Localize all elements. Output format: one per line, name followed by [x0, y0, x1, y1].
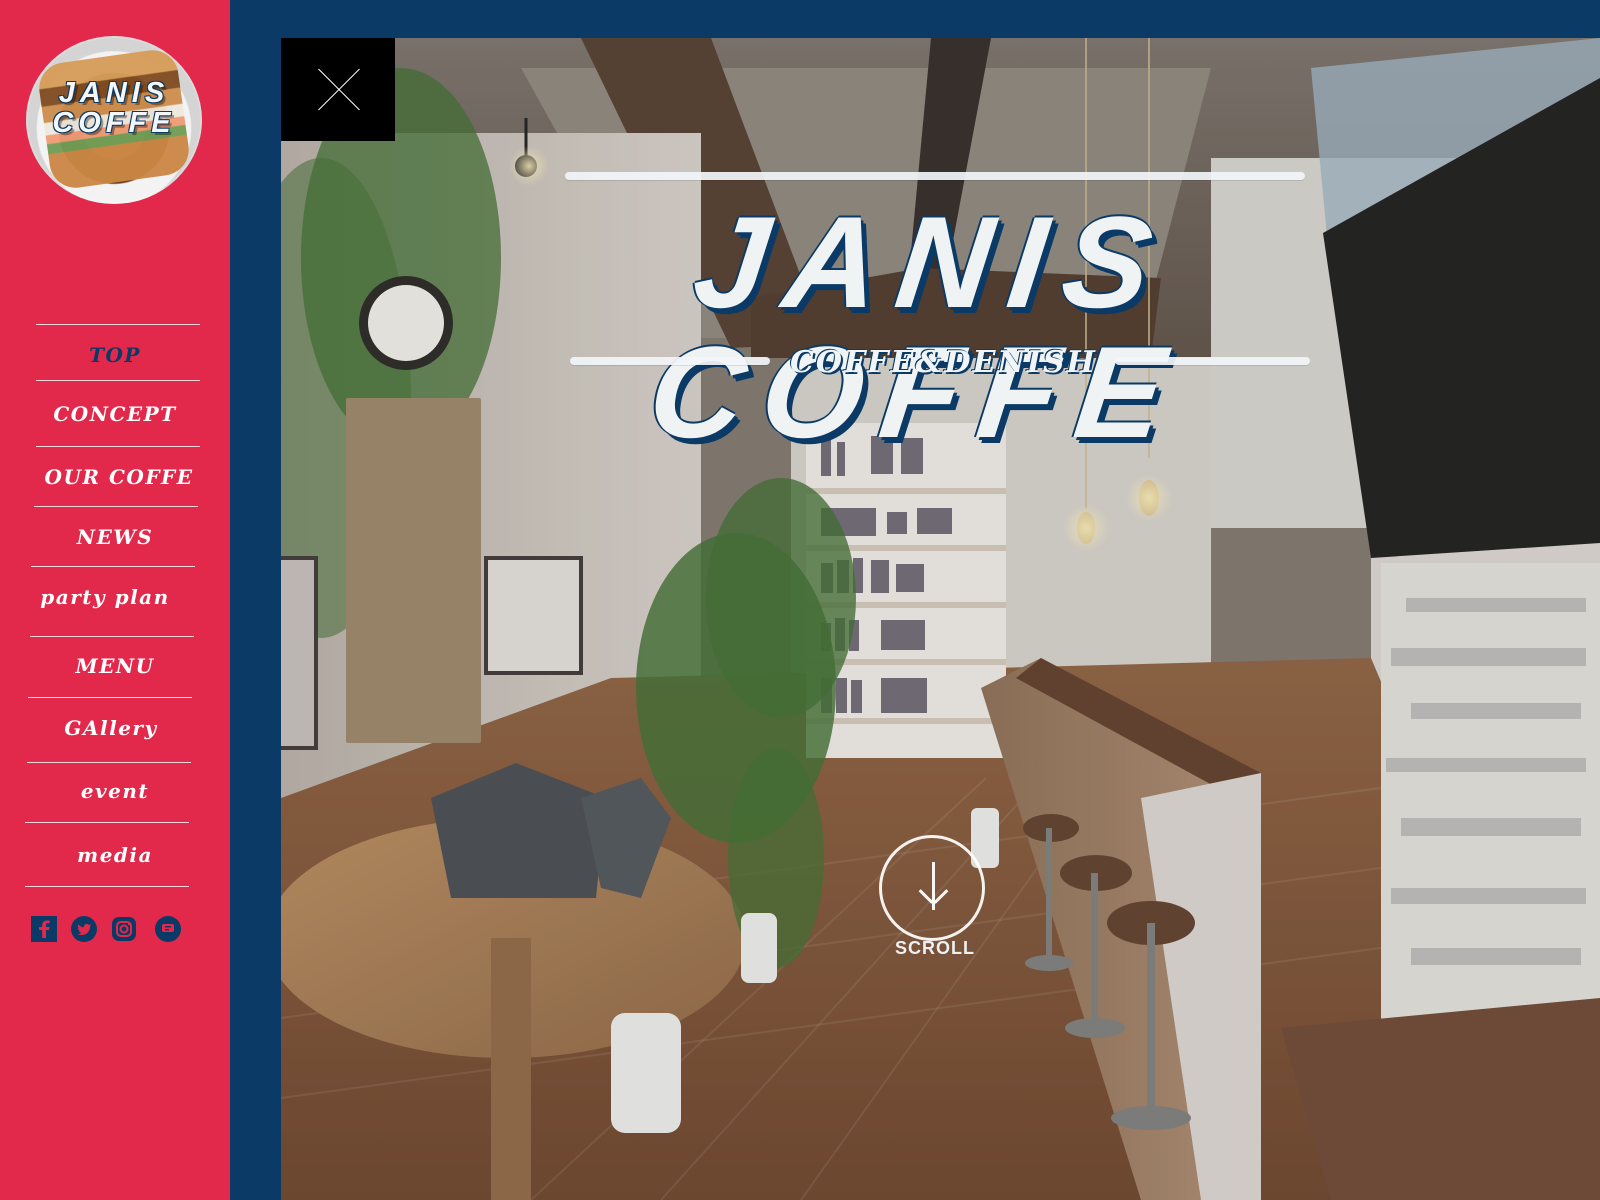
- instagram-icon[interactable]: [110, 915, 138, 943]
- logo-line-2: COFFE: [52, 107, 176, 139]
- sidebar: JANIS COFFE TOP CONCEPT OUR COFFE NEWS p…: [0, 0, 230, 1200]
- nav-event[interactable]: event: [0, 781, 230, 801]
- arrow-down-icon: [932, 862, 935, 910]
- nav-our-coffe[interactable]: OUR COFFE: [4, 467, 234, 487]
- menu-divider: [34, 506, 198, 507]
- line-icon[interactable]: [154, 915, 182, 943]
- hero-photo: [281, 38, 1600, 1200]
- menu-divider: [36, 324, 200, 325]
- logo-text: JANIS COFFE: [26, 78, 202, 138]
- menu-divider: [36, 446, 200, 447]
- close-icon[interactable]: [281, 38, 395, 141]
- menu-divider: [31, 566, 195, 567]
- menu-divider: [28, 697, 192, 698]
- nav-party-plan[interactable]: party plan: [0, 587, 220, 607]
- nav-concept[interactable]: CONCEPT: [0, 404, 230, 424]
- menu-divider: [25, 822, 189, 823]
- logo-line-1: JANIS: [58, 77, 170, 109]
- nav-gallery[interactable]: GAllery: [0, 718, 226, 738]
- twitter-icon[interactable]: [70, 915, 98, 943]
- social-links: [30, 915, 200, 945]
- nav-top[interactable]: TOP: [0, 345, 230, 365]
- site-logo[interactable]: JANIS COFFE: [26, 36, 202, 204]
- scroll-label: SCROLL: [895, 938, 975, 958]
- nav-media[interactable]: media: [0, 845, 230, 865]
- page: JANIS COFFE TOP CONCEPT OUR COFFE NEWS p…: [0, 0, 1600, 1200]
- nav-news[interactable]: NEWS: [0, 527, 230, 547]
- menu-divider: [30, 636, 194, 637]
- menu-divider: [27, 762, 191, 763]
- facebook-icon[interactable]: [30, 915, 58, 943]
- menu-divider: [25, 886, 189, 887]
- menu-divider: [36, 380, 200, 381]
- nav-menu[interactable]: MENU: [0, 656, 230, 676]
- scroll-button[interactable]: [879, 835, 985, 941]
